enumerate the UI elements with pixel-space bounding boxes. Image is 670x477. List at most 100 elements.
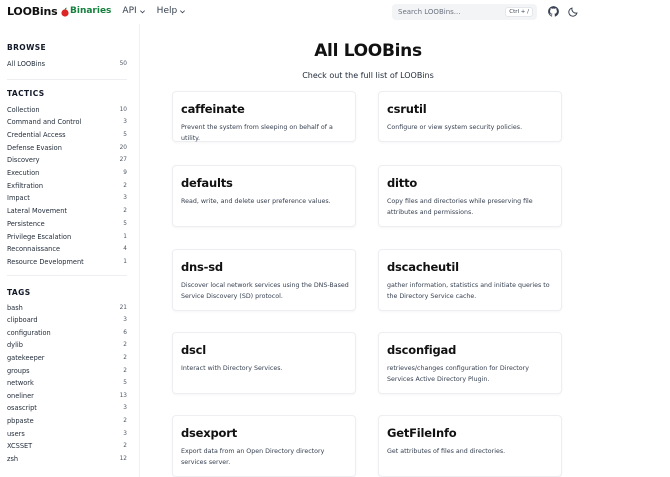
sidebar-item-tactic[interactable]: Defense Evasion 20 <box>7 142 127 153</box>
loobin-card[interactable]: dscl Interact with Directory Services. <box>172 332 356 394</box>
sidebar-item-count: 3 <box>123 195 127 202</box>
sidebar-item-count: 5 <box>123 380 127 387</box>
card-description: Configure or view system security polici… <box>387 124 523 131</box>
sidebar-item-tactic[interactable]: Persistence 5 <box>7 218 127 229</box>
top-navbar: LOOBins Binaries API Help Search LOOBins… <box>0 0 670 24</box>
sidebar-item-count: 2 <box>123 182 127 189</box>
card-title: csrutil <box>387 102 427 116</box>
search-shortcut-badge: Ctrl + / <box>505 7 533 17</box>
sidebar-item-label: Resource Development <box>7 257 84 266</box>
nav-help[interactable]: Help <box>157 6 187 16</box>
sidebar-item-count: 27 <box>119 157 127 164</box>
chevron-down-icon <box>139 9 145 13</box>
sidebar-item-count: 1 <box>123 258 127 265</box>
sidebar-item-tactic[interactable]: Command and Control 3 <box>7 117 127 128</box>
sidebar-item-count: 2 <box>123 367 127 374</box>
sidebar-item-all-loobins[interactable]: All LOOBins 50 <box>7 58 127 69</box>
loobin-card[interactable]: caffeinate Prevent the system from sleep… <box>172 91 356 142</box>
sidebar-item-tactic[interactable]: Collection 10 <box>7 104 127 115</box>
sidebar-item-label: osascript <box>7 404 37 413</box>
divider <box>7 275 127 276</box>
sidebar-item-label: gatekeeper <box>7 353 45 362</box>
sidebar-item-tactic[interactable]: Discovery 27 <box>7 155 127 166</box>
sidebar-item-label: Discovery <box>7 156 40 165</box>
sidebar-item-count: 4 <box>123 246 127 253</box>
sidebar-item-label: Lateral Movement <box>7 207 67 216</box>
sidebar-item-tactic[interactable]: Impact 3 <box>7 193 127 204</box>
loobin-card[interactable]: dsexport Export data from an Open Direct… <box>172 415 356 477</box>
sidebar-item-tag[interactable]: clipboard 3 <box>7 315 127 326</box>
sidebar-item-tag[interactable]: zsh 12 <box>7 453 127 464</box>
tactics-section-title: TACTICS <box>7 89 45 98</box>
card-description: Read, write, and delete user preference … <box>181 198 331 205</box>
loobin-card[interactable]: csrutil Configure or view system securit… <box>378 91 562 142</box>
main-nav: Binaries API Help <box>70 6 186 16</box>
loobin-card[interactable]: dscacheutil gather information, statisti… <box>378 249 562 311</box>
sidebar-item-label: pbpaste <box>7 416 34 425</box>
nav-api-label: API <box>122 6 137 16</box>
sidebar-item-tactic[interactable]: Lateral Movement 2 <box>7 206 127 217</box>
sidebar-item-label: Reconnaissance <box>7 245 61 254</box>
sidebar-item-tactic[interactable]: Privilege Escalation 1 <box>7 231 127 242</box>
sidebar-item-tag[interactable]: dylib 2 <box>7 340 127 351</box>
loobin-card[interactable]: dns-sd Discover local network services u… <box>172 249 356 311</box>
sidebar-item-label: users <box>7 429 25 438</box>
sidebar-item-tag[interactable]: bash 21 <box>7 302 127 313</box>
card-title: GetFileInfo <box>387 426 457 440</box>
browse-section-title: BROWSE <box>7 43 47 52</box>
loobin-card[interactable]: defaults Read, write, and delete user pr… <box>172 165 356 227</box>
sidebar-item-tactic[interactable]: Credential Access 5 <box>7 129 127 140</box>
sidebar-item-label: clipboard <box>7 316 38 325</box>
sidebar-item-count: 3 <box>123 119 127 126</box>
sidebar-item-tactic[interactable]: Reconnaissance 4 <box>7 244 127 255</box>
sidebar-item-tag[interactable]: gatekeeper 2 <box>7 352 127 363</box>
page-subtitle: Check out the full list of LOOBins <box>302 71 434 80</box>
divider <box>7 79 127 80</box>
sidebar-item-count: 9 <box>123 170 127 176</box>
sidebar-item-label: Credential Access <box>7 130 66 139</box>
sidebar-item-count: 3 <box>123 317 127 324</box>
sidebar-item-label: Execution <box>7 169 40 177</box>
card-title: dscl <box>181 343 207 357</box>
sidebar-item-tag[interactable]: configuration 6 <box>7 327 127 338</box>
sidebar-item-tag[interactable]: network 5 <box>7 378 127 389</box>
loobin-card[interactable]: GetFileInfo Get attributes of files and … <box>378 415 562 477</box>
moon-icon[interactable] <box>568 6 579 17</box>
sidebar-item-tag[interactable]: groups 2 <box>7 365 127 376</box>
sidebar-item-tag[interactable]: pbpaste 2 <box>7 415 127 426</box>
card-title: ditto <box>387 176 418 190</box>
card-description: Prevent the system from sleeping on beha… <box>181 124 333 142</box>
sidebar-item-label: bash <box>7 303 23 312</box>
sidebar-item-count: 6 <box>123 329 127 336</box>
github-icon[interactable] <box>548 6 559 17</box>
sidebar-item-tactic[interactable]: Resource Development 1 <box>7 256 127 267</box>
sidebar-item-label: groups <box>7 366 30 375</box>
sidebar-item-count: 3 <box>123 405 127 412</box>
sidebar-item-tag[interactable]: osascript 3 <box>7 403 127 414</box>
sidebar-item-tactic[interactable]: Execution 9 <box>7 168 127 179</box>
nav-binaries[interactable]: Binaries <box>70 6 111 16</box>
sidebar-item-label: Command and Control <box>7 118 82 127</box>
sidebar-item-count: 13 <box>119 392 127 399</box>
sidebar-item-tactic[interactable]: Exfiltration 2 <box>7 180 127 191</box>
chevron-down-icon <box>180 9 186 13</box>
sidebar-item-count: 2 <box>123 443 127 450</box>
sidebar-item-tag[interactable]: XCSSET 2 <box>7 441 127 452</box>
sidebar-item-label: All LOOBins <box>7 59 46 68</box>
sidebar-item-count: 5 <box>123 220 127 227</box>
sidebar-item-tag[interactable]: oneliner 13 <box>7 390 127 401</box>
sidebar-item-label: XCSSET <box>7 442 33 451</box>
loobin-card[interactable]: ditto Copy files and directories while p… <box>378 165 562 227</box>
sidebar-item-label: oneliner <box>7 391 34 400</box>
loobin-card[interactable]: dsconfigad retrieves/changes configurati… <box>378 332 562 394</box>
sidebar-item-label: Collection <box>7 105 40 114</box>
card-description: Get attributes of files and directories. <box>387 448 506 455</box>
search-input[interactable]: Search LOOBins... Ctrl + / <box>392 4 537 20</box>
card-description: Interact with Directory Services. <box>181 365 283 372</box>
card-title: dsexport <box>181 426 237 440</box>
sidebar-item-label: Defense Evasion <box>7 143 62 152</box>
site-logo[interactable]: LOOBins <box>7 5 70 18</box>
nav-api[interactable]: API <box>122 6 145 16</box>
card-title: defaults <box>181 176 233 190</box>
sidebar-item-tag[interactable]: users 3 <box>7 428 127 439</box>
